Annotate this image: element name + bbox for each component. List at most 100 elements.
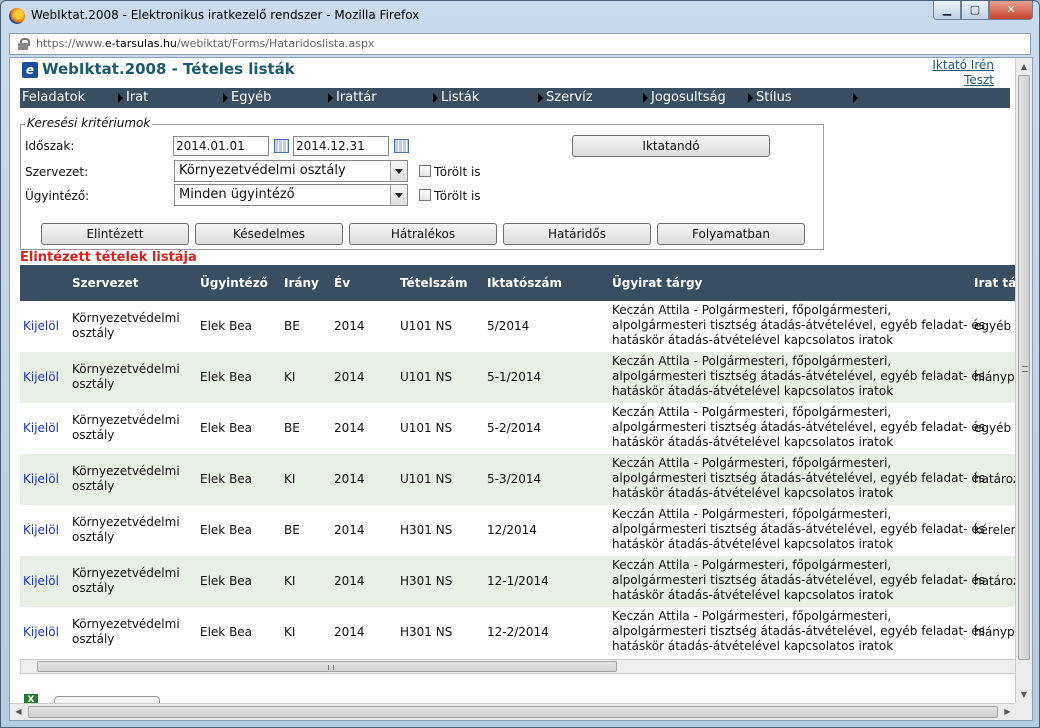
kijelol-link[interactable]: Kijelöl [23,574,59,589]
subject-cell-line: hatáskör átadás-átvételével kapcsolatos … [612,537,894,551]
close-button[interactable]: ✕ [989,1,1033,20]
period-label: Időszak: [25,139,75,153]
table-row: Kijelöl Környezetvédelmi osztály Elek Bea KI… [20,352,1016,403]
excel-export-icon[interactable]: X [24,694,38,703]
kijelol-link[interactable]: Kijelöl [23,319,59,334]
page-viewport: e WebIktat.2008 - Tételes listák Iktató … [9,57,1033,721]
menu-arrow-icon [223,93,228,103]
user-name-link[interactable]: Iktató Irén [932,58,994,72]
direction-cell: KI [284,370,296,384]
url-bar[interactable]: https://www.e-tarsulas.hu/webiktat/Forms… [9,33,1031,55]
menu-arrow-icon [643,93,648,103]
column-header-tetelszam[interactable]: Tételszám [400,276,467,290]
page-horizontal-scrollbar[interactable]: ◀ ▶ [10,703,1016,720]
scroll-corner [1015,703,1032,720]
doc-type-cell: egyéb [974,319,1012,333]
handler-cell: Elek Bea [200,523,253,537]
calendar-icon[interactable] [394,139,409,153]
scroll-down-icon[interactable]: ▼ [1016,686,1032,703]
page-vertical-scrollbar[interactable]: ▲ ▼ [1015,58,1032,703]
org-cell-line: Környezetvédelmi [72,566,180,580]
hataridos-button[interactable]: Határidős [503,223,651,245]
menu-item-irat[interactable]: Irat [126,90,148,105]
handler-cell: Elek Bea [200,574,253,588]
minimize-button[interactable]: ▁ [933,1,961,20]
menu-item-jogosultsag[interactable]: Jogosultság [651,90,726,105]
org-cell-line: Környezetvédelmi [72,311,180,325]
menu-item-irattar[interactable]: Irattár [336,90,377,105]
kesedelmes-button[interactable]: Késedelmes [195,223,343,245]
app-logo-icon: e [22,62,38,78]
page-scroll-thumb[interactable] [1018,75,1030,660]
handler-select-value: Minden ügyintéző [179,187,295,202]
handler-select[interactable]: Minden ügyintéző [174,184,408,206]
date-from-input[interactable]: 2014.01.01 [173,136,269,156]
kijelol-link[interactable]: Kijelöl [23,472,59,487]
table-row: Kijelöl Környezetvédelmi osztály Elek Bea BE… [20,403,1016,454]
export-button[interactable] [54,696,160,703]
menu-item-szerviz[interactable]: Szervíz [546,90,593,105]
subject-cell-line: Keczán Attila - Polgármesteri, főpolgárm… [612,609,892,623]
scroll-right-icon[interactable]: ▶ [999,704,1016,720]
maximize-button[interactable]: ▢ [961,1,989,20]
page-hscroll-thumb[interactable] [28,706,998,718]
hatralekos-button[interactable]: Hátralékos [349,223,497,245]
menu-item-egyeb[interactable]: Egyéb [231,90,271,105]
table-row: Kijelöl Környezetvédelmi osztály Elek Bea BE… [20,505,1016,556]
column-header-irany[interactable]: Irány [284,276,319,290]
handler-deleted-checkbox[interactable] [419,189,431,201]
date-to-input[interactable]: 2014.12.31 [293,136,389,156]
registry-number-cell: 12-2/2014 [487,625,549,639]
org-label: Szervezet: [25,165,89,179]
item-number-cell: U101 NS [400,421,453,435]
org-cell-line: osztály [72,428,115,442]
column-header-iktatoszam[interactable]: Iktatószám [487,276,562,290]
direction-cell: BE [284,523,300,537]
subject-cell-line: alpolgármesteri tisztség átadás-átvételé… [612,471,985,485]
table-horizontal-scrollbar[interactable] [20,659,1016,674]
menu-item-feladatok[interactable]: Feladatok [22,90,85,105]
lock-icon [18,38,30,50]
column-header-szervezet[interactable]: Szervezet [72,276,139,290]
subject-cell-line: hatáskör átadás-átvételével kapcsolatos … [612,588,894,602]
menu-arrow-icon [433,93,438,103]
scroll-up-icon[interactable]: ▲ [1016,58,1032,75]
registry-number-cell: 5-1/2014 [487,370,542,384]
subject-cell: Keczán Attila - Polgármesteri, főpolgárm… [612,456,985,501]
subject-cell-line: hatáskör átadás-átvételével kapcsolatos … [612,639,894,653]
direction-cell: KI [284,472,296,486]
org-cell: Környezetvédelmi osztály [72,515,180,545]
page-content: e WebIktat.2008 - Tételes listák Iktató … [10,58,1016,703]
main-menu: Feladatok Irat Egyéb Irattár Listák Szer… [20,88,1010,108]
title-bar: WebIktat.2008 - Elektronikus iratkezelő … [1,1,1039,31]
menu-item-listak[interactable]: Listák [441,90,479,105]
column-header-ugyintezo[interactable]: Ügyintéző [200,276,268,290]
table-scroll-thumb[interactable] [37,661,617,672]
folyamatban-button[interactable]: Folyamatban [657,223,805,245]
chevron-down-icon[interactable] [390,185,407,205]
user-role-link[interactable]: Teszt [964,73,994,87]
chevron-down-icon[interactable] [390,161,407,181]
kijelol-link[interactable]: Kijelöl [23,625,59,640]
item-number-cell: U101 NS [400,319,453,333]
doc-type-cell: hiánypó [974,370,1016,384]
column-header-ev[interactable]: Év [334,276,350,290]
org-deleted-checkbox[interactable] [419,165,431,177]
kijelol-link[interactable]: Kijelöl [23,523,59,538]
kijelol-link[interactable]: Kijelöl [23,421,59,436]
year-cell: 2014 [334,472,365,486]
doc-type-cell: egyéb [974,421,1012,435]
menu-item-stilus[interactable]: Stílus [756,90,792,105]
calendar-icon[interactable] [274,139,289,153]
org-cell-line: osztály [72,326,115,340]
column-header-ugyirat-targy[interactable]: Ügyirat tárgy [612,276,702,290]
doc-type-cell: határoz [974,574,1016,588]
kijelol-link[interactable]: Kijelöl [23,370,59,385]
table-row: Kijelöl Környezetvédelmi osztály Elek Bea KI… [20,607,1016,658]
iktatando-button[interactable]: Iktatandó [572,135,770,157]
scroll-left-icon[interactable]: ◀ [10,704,27,720]
url-prefix: https://www. [36,37,105,50]
column-header-irat-tipus[interactable]: Irat tá [974,276,1016,290]
elintezett-button[interactable]: Elintézett [41,223,189,245]
org-select[interactable]: Környezetvédelmi osztály [174,160,408,182]
